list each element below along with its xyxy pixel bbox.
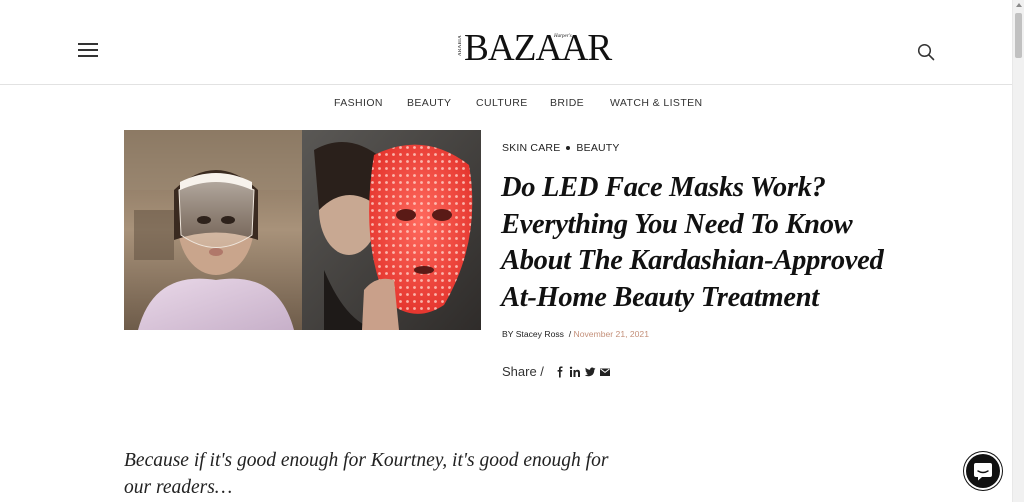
author-link[interactable]: Stacey Ross [516, 329, 564, 339]
nav-item-fashion[interactable]: FASHION [334, 96, 383, 110]
logo-tag-text: Harper's [554, 34, 572, 39]
article-byline: BY Stacey Ross / November 21, 2021 [502, 329, 649, 339]
article-categories: SKIN CARE BEAUTY [502, 142, 620, 154]
chat-icon[interactable] [966, 454, 1000, 488]
hero-image-illustration [124, 130, 481, 330]
category-separator-dot [566, 146, 571, 150]
site-header: ARABIA BAZAAR Harper's [0, 0, 1012, 85]
byline-prefix: BY [502, 329, 514, 339]
share-label: Share / [502, 364, 544, 379]
twitter-icon[interactable] [584, 366, 596, 378]
nav-item-beauty[interactable]: BEAUTY [407, 96, 451, 110]
nav-item-watch-listen[interactable]: WATCH & LISTEN [610, 96, 703, 110]
category-skin-care[interactable]: SKIN CARE [502, 142, 560, 154]
logo-wordmark: BAZAAR [464, 27, 612, 69]
logo-sub-text: ARABIA [458, 35, 463, 56]
scroll-up-arrow-icon[interactable] [1016, 3, 1022, 7]
chat-bubble-icon [974, 463, 992, 481]
nav-item-bride[interactable]: BRIDE [550, 96, 584, 110]
article-title: Do LED Face Masks Work? Everything You N… [501, 172, 884, 313]
facebook-icon[interactable] [554, 366, 566, 378]
hero-image[interactable] [124, 130, 481, 330]
site-logo[interactable]: ARABIA BAZAAR Harper's [458, 28, 612, 68]
category-beauty[interactable]: BEAUTY [576, 142, 619, 154]
nav-item-culture[interactable]: CULTURE [476, 96, 528, 110]
share-bar: Share / [502, 364, 614, 379]
hamburger-menu-icon[interactable] [78, 43, 98, 57]
linkedin-icon[interactable] [569, 366, 581, 378]
email-icon[interactable] [599, 366, 611, 378]
article-dek: Because if it's good enough for Kourtney… [124, 450, 609, 498]
search-icon[interactable] [917, 43, 935, 61]
publish-date: November 21, 2021 [573, 329, 649, 339]
scroll-thumb[interactable] [1015, 13, 1022, 58]
byline-separator: / [568, 329, 572, 339]
main-nav: FASHION BEAUTY CULTURE BRIDE WATCH & LIS… [0, 96, 1012, 112]
vertical-scrollbar[interactable] [1012, 0, 1024, 502]
